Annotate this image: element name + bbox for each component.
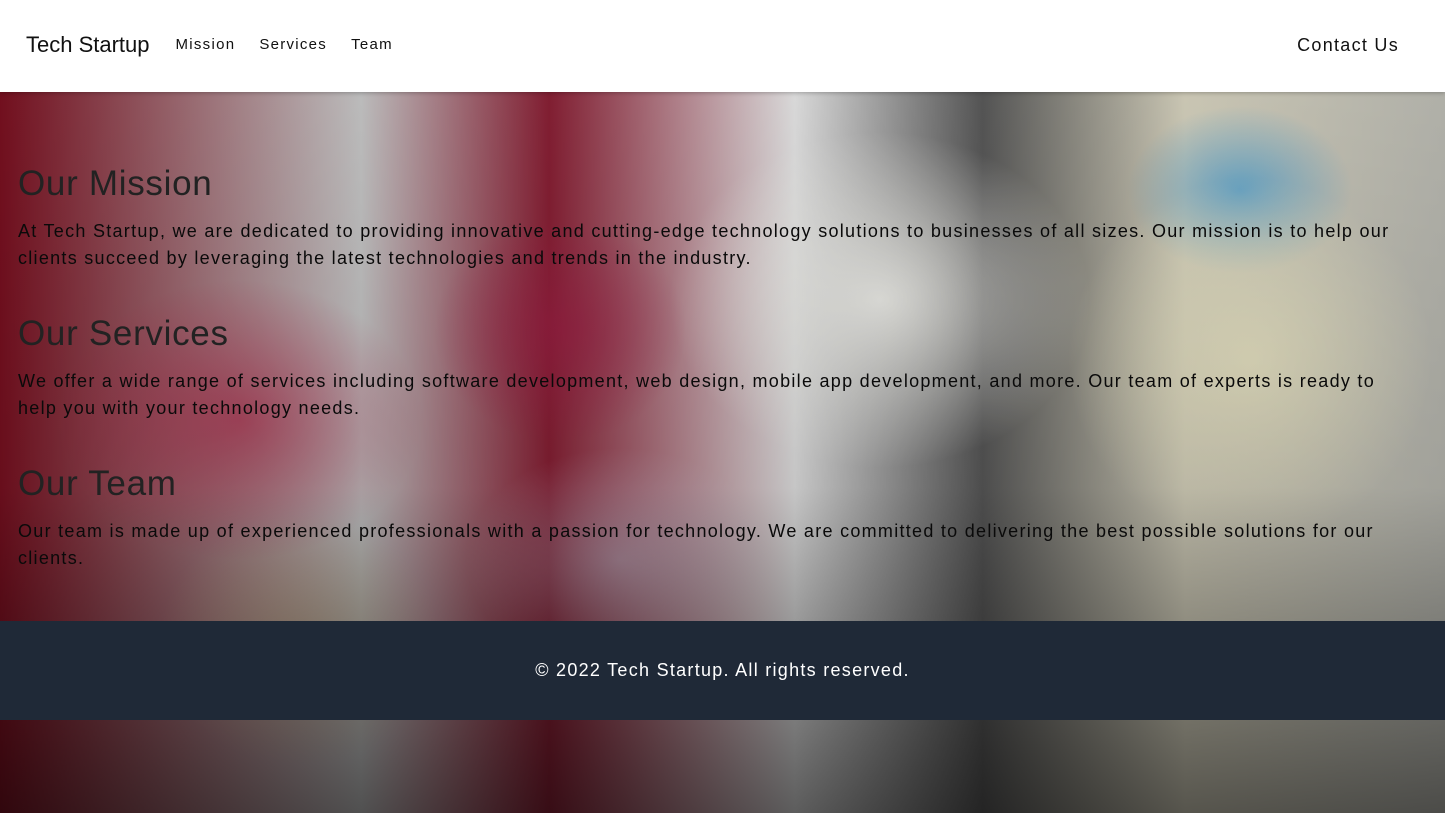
brand-logo[interactable]: Tech Startup bbox=[26, 32, 150, 58]
services-text: We offer a wide range of services includ… bbox=[18, 371, 1376, 418]
services-section: Our Services We offer a wide range of se… bbox=[18, 312, 1427, 422]
mission-text: At Tech Startup, we are dedicated to pro… bbox=[18, 221, 1390, 268]
mission-section: Our Mission At Tech Startup, we are dedi… bbox=[18, 162, 1427, 272]
team-text: Our team is made up of experienced profe… bbox=[18, 521, 1374, 568]
main-content: Our Mission At Tech Startup, we are dedi… bbox=[0, 92, 1445, 572]
team-title: Our Team bbox=[18, 464, 177, 503]
mission-title: Our Mission bbox=[18, 164, 213, 203]
site-header: Tech Startup Mission Services Team Conta… bbox=[0, 0, 1445, 92]
site-footer: © 2022 Tech Startup. All rights reserved… bbox=[0, 621, 1445, 720]
main-nav: Mission Services Team bbox=[176, 36, 393, 53]
nav-link-mission[interactable]: Mission bbox=[176, 36, 236, 53]
services-title: Our Services bbox=[18, 314, 229, 353]
contact-us-button[interactable]: Contact Us bbox=[1297, 35, 1399, 56]
nav-link-services[interactable]: Services bbox=[259, 36, 327, 53]
team-section: Our Team Our team is made up of experien… bbox=[18, 462, 1427, 572]
nav-link-team[interactable]: Team bbox=[351, 36, 393, 53]
copyright-text: © 2022 Tech Startup. All rights reserved… bbox=[535, 660, 910, 680]
